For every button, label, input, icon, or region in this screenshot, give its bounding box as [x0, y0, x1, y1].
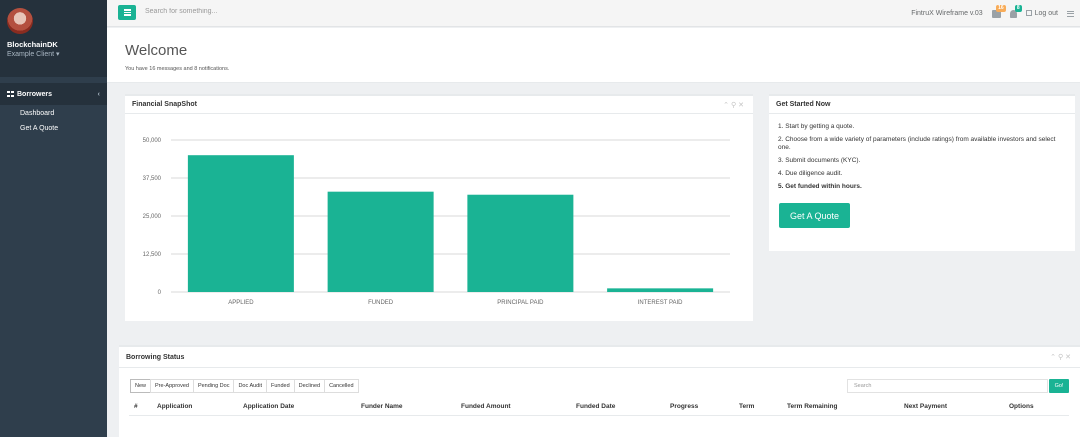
step-item: 2. Choose from a wide variety of paramet…	[778, 136, 1056, 151]
y-tick-label: 12,500	[143, 252, 162, 258]
x-tick-label: APPLIED	[228, 300, 254, 306]
x-tick-label: FUNDED	[368, 300, 394, 306]
avatar[interactable]	[7, 8, 33, 34]
grid-icon	[7, 90, 14, 97]
bell-icon[interactable]: 8	[1009, 4, 1022, 18]
panel-title: Borrowing Status	[126, 353, 185, 361]
step-item: 1. Start by getting a quote.	[778, 123, 855, 130]
bar	[607, 288, 714, 292]
messages-badge: 16	[996, 4, 1006, 12]
profile-role-dropdown[interactable]: Example Client ▾	[7, 50, 107, 58]
profile-block: BlockchainDK Example Client ▾	[0, 0, 107, 77]
bar-chart: 0 12,500 25,000 37,500 50,000 APPLIED FUNDED PR…	[143, 138, 730, 306]
column-header[interactable]: Term Remaining	[787, 403, 837, 410]
tab-new[interactable]: New	[130, 379, 152, 393]
column-header[interactable]: Progress	[670, 403, 698, 410]
y-tick-label: 37,500	[143, 176, 162, 182]
x-tick-label: INTEREST PAID	[638, 300, 683, 306]
panel-tools: ⌃⚲✕	[1050, 353, 1073, 361]
tab-cancelled[interactable]: Cancelled	[324, 379, 359, 393]
tab-pre-approved[interactable]: Pre-Approved	[150, 379, 194, 393]
borrowing-search-input[interactable]	[847, 379, 1048, 393]
column-header[interactable]: #	[134, 403, 138, 410]
sidebar-item-dashboard[interactable]: Dashboard	[0, 105, 107, 120]
tab-pending-doc[interactable]: Pending Doc	[192, 379, 235, 393]
sidebar-item-get-a-quote[interactable]: Get A Quote	[0, 120, 107, 135]
borrowing-status-panel: Borrowing Status ⌃⚲✕ New Pre-Approved Pe…	[119, 345, 1080, 437]
logout-label: Log out	[1034, 10, 1058, 17]
get-started-panel: Get Started Now 1. Start by getting a qu…	[769, 94, 1075, 251]
financial-snapshot-panel: Financial SnapShot ⌃⚲✕ 0 12,500 25,000 37,5…	[125, 94, 753, 321]
bar	[327, 191, 434, 292]
sidebar-section-label: Borrowers	[17, 90, 53, 98]
y-tick-label: 0	[158, 290, 162, 296]
chevron-up-icon[interactable]: ⌃	[723, 102, 731, 109]
notifications-badge: 8	[1014, 4, 1022, 12]
page-subtitle: You have 16 messages and 8 notifications…	[125, 66, 230, 72]
sign-out-icon	[1025, 10, 1032, 17]
bar	[187, 155, 294, 292]
status-tabs: New Pre-Approved Pending Doc Doc Audit F…	[130, 379, 359, 393]
close-icon[interactable]: ✕	[1065, 354, 1073, 361]
go-button[interactable]: Go!	[1049, 379, 1069, 393]
chevron-left-icon: ‹	[97, 90, 100, 98]
right-sidebar-toggle-icon[interactable]	[1067, 10, 1074, 17]
steps-list: 1. Start by getting a quote. 2. Choose f…	[769, 114, 1075, 191]
column-header[interactable]: Funder Name	[361, 403, 403, 410]
column-header[interactable]: Application	[157, 403, 192, 410]
get-a-quote-button[interactable]: Get A Quote	[779, 203, 850, 228]
column-header[interactable]: Term	[739, 403, 754, 410]
panel-title: Financial SnapShot	[132, 101, 197, 108]
tab-declined[interactable]: Declined	[293, 379, 326, 393]
app-version: FintruX Wireframe v.03	[911, 10, 983, 17]
column-header[interactable]: Funded Date	[576, 403, 615, 410]
column-header[interactable]: Application Date	[243, 403, 294, 410]
step-item: 4. Due diligence audit.	[778, 170, 843, 177]
menu-toggle-button[interactable]	[118, 5, 136, 20]
y-tick-label: 50,000	[143, 138, 162, 144]
search-input[interactable]	[145, 8, 365, 15]
tab-doc-audit[interactable]: Doc Audit	[233, 379, 267, 393]
envelope-icon[interactable]: 16	[991, 4, 1006, 18]
sidebar-section-borrowers[interactable]: Borrowers ‹	[0, 83, 107, 105]
column-header[interactable]: Funded Amount	[461, 403, 511, 410]
profile-name[interactable]: BlockchainDK	[7, 40, 107, 49]
table-header: # Application Application Date Funder Na…	[129, 400, 1069, 416]
topbar-right: FintruX Wireframe v.03 16 8 Log out	[911, 0, 1074, 27]
bar	[467, 194, 574, 292]
y-tick-label: 25,000	[143, 214, 162, 220]
logout-link[interactable]: Log out	[1025, 10, 1058, 17]
close-icon[interactable]: ✕	[738, 102, 746, 109]
page-header: Welcome You have 16 messages and 8 notif…	[107, 28, 1080, 83]
tab-funded[interactable]: Funded	[266, 379, 295, 393]
panel-title: Get Started Now	[776, 101, 831, 108]
x-tick-label: PRINCIPAL PAID	[497, 300, 544, 306]
column-header[interactable]: Next Payment	[904, 403, 947, 410]
step-item: 3. Submit documents (KYC).	[778, 157, 861, 164]
panel-tools: ⌃⚲✕	[723, 101, 746, 109]
page-title: Welcome	[125, 42, 188, 59]
sidebar: BlockchainDK Example Client ▾ Borrowers …	[0, 0, 107, 437]
chevron-up-icon[interactable]: ⌃	[1050, 354, 1058, 361]
topbar: FintruX Wireframe v.03 16 8 Log out	[107, 0, 1080, 27]
column-header[interactable]: Options	[1009, 403, 1034, 410]
step-item: 5. Get funded within hours.	[778, 183, 862, 190]
